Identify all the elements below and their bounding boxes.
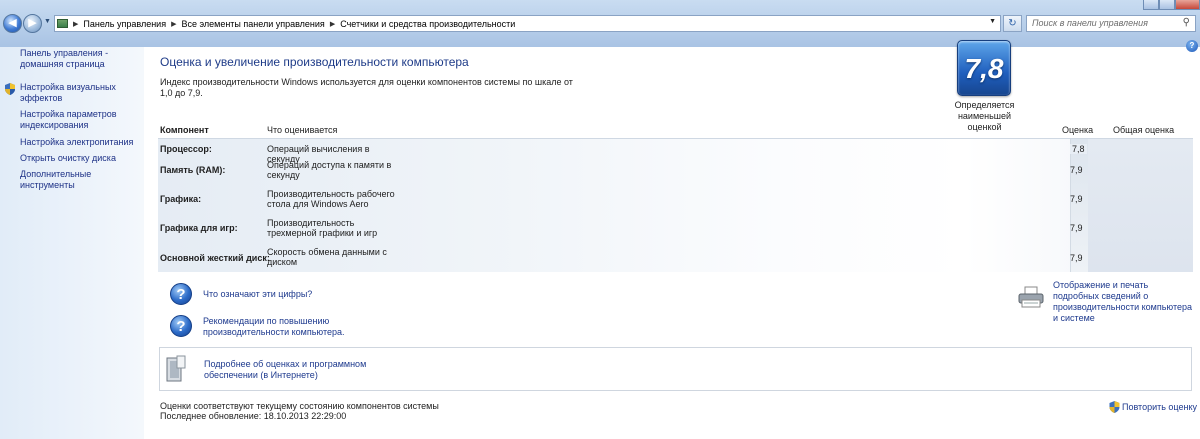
maximize-button[interactable] xyxy=(1159,0,1176,10)
table-row: Память (RAM): Операций доступа к памяти … xyxy=(158,159,1088,185)
last-update-text: Последнее обновление: 18.10.2013 22:29:0… xyxy=(160,411,347,421)
sidebar-item-indexing[interactable]: Настройка параметров индексирования xyxy=(20,109,138,131)
what-numbers-link[interactable]: Что означают эти цифры? xyxy=(203,289,312,300)
search-input[interactable]: Поиск в панели управления ⚲ xyxy=(1026,15,1196,32)
rerun-assessment-label[interactable]: Повторить оценку xyxy=(1122,402,1197,412)
header-score: Оценка xyxy=(1062,125,1094,135)
row-score: 7,9 xyxy=(1070,165,1083,175)
address-bar[interactable]: ▶ Панель управления ▶ Все элементы панел… xyxy=(54,15,1001,32)
breadcrumb-control-panel[interactable]: Панель управления xyxy=(83,19,166,29)
row-what: Операций доступа к памяти в секунду xyxy=(267,160,392,180)
row-score: 7,9 xyxy=(1070,223,1083,233)
control-panel-icon xyxy=(57,19,68,28)
table-body: Процессор: Операций вычисления в секунду… xyxy=(158,139,1193,272)
breadcrumb-performance[interactable]: Счетчики и средства производительности xyxy=(340,19,515,29)
back-button[interactable]: ◀ xyxy=(3,14,22,33)
page-title: Оценка и увеличение производительности к… xyxy=(160,55,469,69)
shield-icon xyxy=(1109,401,1120,413)
intro-text: Индекс производительности Windows исполь… xyxy=(160,77,573,98)
help-question-icon: ? xyxy=(170,315,192,337)
tips-link[interactable]: Рекомендации по повышению производительн… xyxy=(203,316,373,338)
row-what: Производительность трехмерной графики и … xyxy=(267,218,378,238)
rerun-assessment-button[interactable]: Повторить оценку xyxy=(1109,401,1197,413)
chevron-right-icon[interactable]: ▶ xyxy=(330,20,335,28)
address-dropdown-icon[interactable]: ▼ xyxy=(989,18,996,25)
forward-button[interactable]: ▶ xyxy=(23,14,42,33)
footer-status: Оценки соответствуют текущему состоянию … xyxy=(160,401,439,421)
help-icon[interactable]: ? xyxy=(1186,40,1198,52)
row-component: Основной жесткий диск: xyxy=(160,253,270,263)
row-component: Графика: xyxy=(160,194,202,204)
sidebar: Панель управления - домашняя страница На… xyxy=(0,47,144,439)
search-icon[interactable]: ⚲ xyxy=(1183,17,1190,28)
search-placeholder: Поиск в панели управления xyxy=(1032,18,1148,28)
table-row: Графика для игр: Производительность трех… xyxy=(158,216,1088,242)
refresh-button[interactable]: ↻ xyxy=(1003,15,1022,32)
chevron-right-icon[interactable]: ▶ xyxy=(171,20,176,28)
online-info-link[interactable]: Подробнее об оценках и программном обесп… xyxy=(204,359,379,381)
row-what: Производительность рабочего стола для Wi… xyxy=(267,189,395,209)
sidebar-item-disk-cleanup[interactable]: Открыть очистку диска xyxy=(20,153,138,164)
breadcrumb-all-items[interactable]: Все элементы панели управления xyxy=(181,19,324,29)
recent-pages-dropdown-icon[interactable]: ▼ xyxy=(44,18,51,25)
row-component: Процессор: xyxy=(160,144,212,154)
print-details-link[interactable]: Отображение и печать подробных сведений … xyxy=(1053,280,1193,324)
row-what: Скорость обмена данными с диском xyxy=(267,247,387,267)
sidebar-item-advanced-tools[interactable]: Дополнительные инструменты xyxy=(20,169,138,191)
assessment-state-text: Оценки соответствуют текущему состоянию … xyxy=(160,401,439,411)
sidebar-item-visual-effects[interactable]: Настройка визуальных эффектов xyxy=(20,82,138,104)
table-row: Основной жесткий диск: Скорость обмена д… xyxy=(158,244,1088,272)
printer-icon xyxy=(1018,286,1044,308)
table-row: Графика: Производительность рабочего сто… xyxy=(158,187,1088,213)
table-row: Процессор: Операций вычисления в секунду… xyxy=(158,139,1088,164)
sidebar-item-power[interactable]: Настройка электропитания xyxy=(20,137,138,148)
row-score: 7,8 xyxy=(1070,144,1087,154)
table-header: Компонент Что оценивается Оценка Общая о… xyxy=(158,120,1193,139)
score-table: Компонент Что оценивается Оценка Общая о… xyxy=(158,120,1193,272)
row-score: 7,9 xyxy=(1070,253,1083,263)
close-button[interactable] xyxy=(1175,0,1200,10)
overall-score-badge[interactable]: 7,8 xyxy=(957,40,1011,96)
row-component: Графика для игр: xyxy=(160,223,238,233)
window-controls xyxy=(1143,0,1200,10)
header-overall: Общая оценка xyxy=(1113,125,1175,135)
minimize-button[interactable] xyxy=(1143,0,1160,10)
row-component: Память (RAM): xyxy=(160,165,226,175)
sidebar-item-home[interactable]: Панель управления - домашняя страница xyxy=(20,48,138,70)
shield-icon xyxy=(5,83,15,95)
help-question-icon: ? xyxy=(170,283,192,305)
row-score: 7,9 xyxy=(1070,194,1083,204)
header-what: Что оценивается xyxy=(267,125,338,135)
header-component: Компонент xyxy=(160,125,209,135)
chevron-right-icon[interactable]: ▶ xyxy=(73,20,78,28)
overall-score-panel xyxy=(1088,139,1193,272)
software-box-icon xyxy=(166,355,186,382)
overall-score-caption: Определяется наименьшей оценкой xyxy=(954,100,1015,132)
navigation-bar: ◀ ▶ ▼ ▶ Панель управления ▶ Все элементы… xyxy=(0,0,1200,47)
